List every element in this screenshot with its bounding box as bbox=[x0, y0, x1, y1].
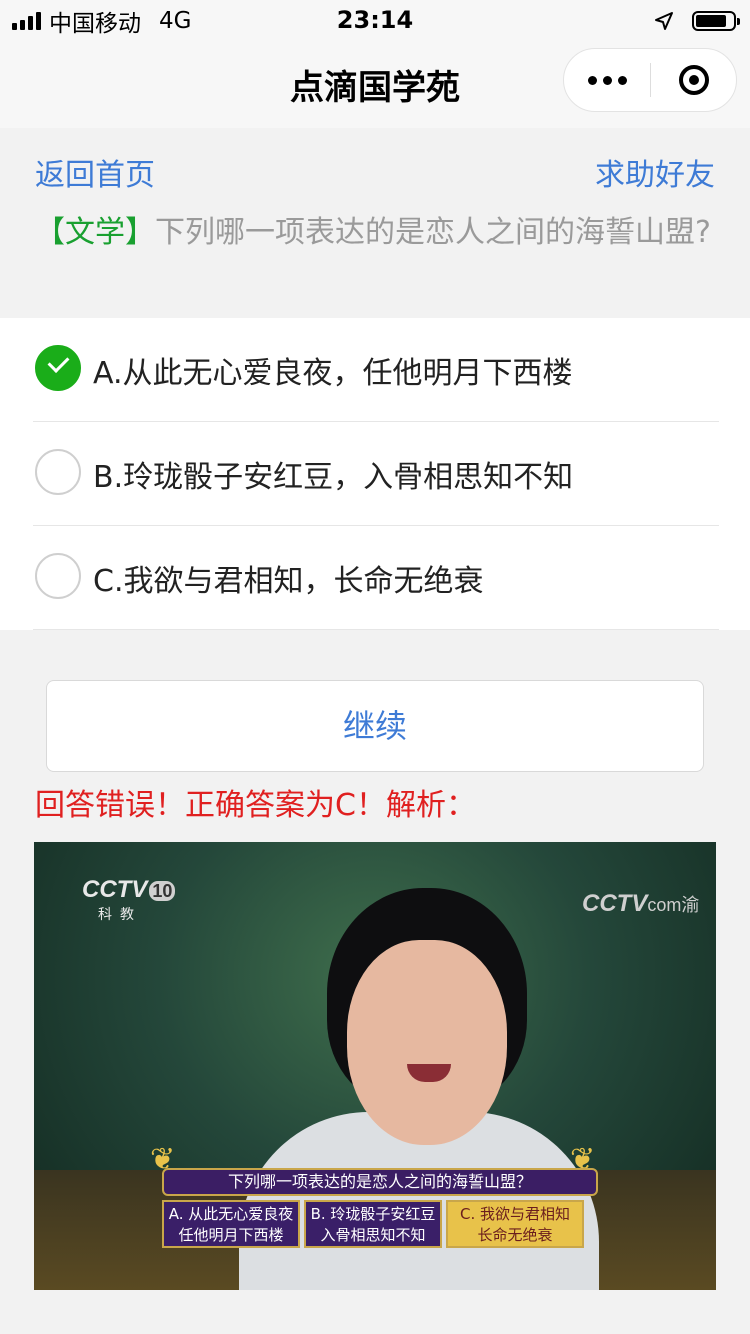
checked-radio-icon bbox=[35, 345, 81, 391]
option-label: B.玲珑骰子安红豆，入骨相思知不知 bbox=[93, 460, 574, 495]
nav-bar: 点滴国学苑 bbox=[0, 44, 750, 128]
option-b[interactable]: B.玲珑骰子安红豆，入骨相思知不知 bbox=[33, 422, 719, 524]
option-c[interactable]: C.我欲与君相知，长命无绝衰 bbox=[33, 526, 719, 628]
ask-friend-link[interactable]: 求助好友 bbox=[595, 150, 715, 194]
radio-icon bbox=[35, 553, 81, 599]
continue-button[interactable]: 继续 bbox=[46, 680, 704, 772]
option-a[interactable]: A.从此无心爱良夜，任他明月下西楼 bbox=[33, 318, 719, 420]
video-option-a: A. 从此无心爱良夜 任他明月下西楼 bbox=[162, 1200, 300, 1248]
result-message: 回答错误！正确答案为C！解析： bbox=[35, 788, 476, 823]
site-watermark: CCTVcom渝 bbox=[582, 890, 700, 917]
option-label: C.我欲与君相知，长命无绝衰 bbox=[93, 564, 484, 599]
explanation-image: CCTV 10 科教 CCTVcom渝 ❦ ❦ 下列哪一项表达的是恋人之间的海誓山… bbox=[34, 842, 716, 1290]
close-target-icon bbox=[679, 65, 709, 95]
mini-program-capsule bbox=[563, 48, 737, 112]
battery-icon bbox=[692, 11, 740, 31]
option-label: A.从此无心爱良夜，任他明月下西楼 bbox=[93, 356, 573, 391]
back-home-link[interactable]: 返回首页 bbox=[35, 150, 155, 194]
question-body: 下列哪一项表达的是恋人之间的海誓山盟? bbox=[155, 215, 711, 250]
status-bar: 中国移动 4G 23:14 bbox=[0, 0, 750, 44]
channel-logo: CCTV 10 bbox=[82, 876, 176, 904]
location-arrow-icon bbox=[655, 12, 673, 30]
presenter-face bbox=[347, 940, 507, 1145]
more-dots-icon bbox=[587, 75, 597, 85]
channel-sub-logo: 科教 bbox=[98, 906, 142, 922]
video-option-b: B. 玲珑骰子安红豆 入骨相思知不知 bbox=[304, 1200, 442, 1248]
options-list: A.从此无心爱良夜，任他明月下西楼 B.玲珑骰子安红豆，入骨相思知不知 C.我欲… bbox=[0, 318, 750, 630]
close-button[interactable] bbox=[651, 49, 737, 111]
question-category: 【文学】 bbox=[35, 215, 155, 250]
more-button[interactable] bbox=[564, 49, 650, 111]
question-text: 【文学】下列哪一项表达的是恋人之间的海誓山盟? bbox=[35, 212, 725, 254]
radio-icon bbox=[35, 449, 81, 495]
option-divider bbox=[33, 629, 719, 630]
status-right bbox=[654, 8, 740, 34]
video-question-banner: 下列哪一项表达的是恋人之间的海誓山盟？ bbox=[162, 1168, 598, 1196]
video-option-c: C. 我欲与君相知 长命无绝衰 bbox=[446, 1200, 584, 1248]
status-time: 23:14 bbox=[336, 6, 414, 34]
